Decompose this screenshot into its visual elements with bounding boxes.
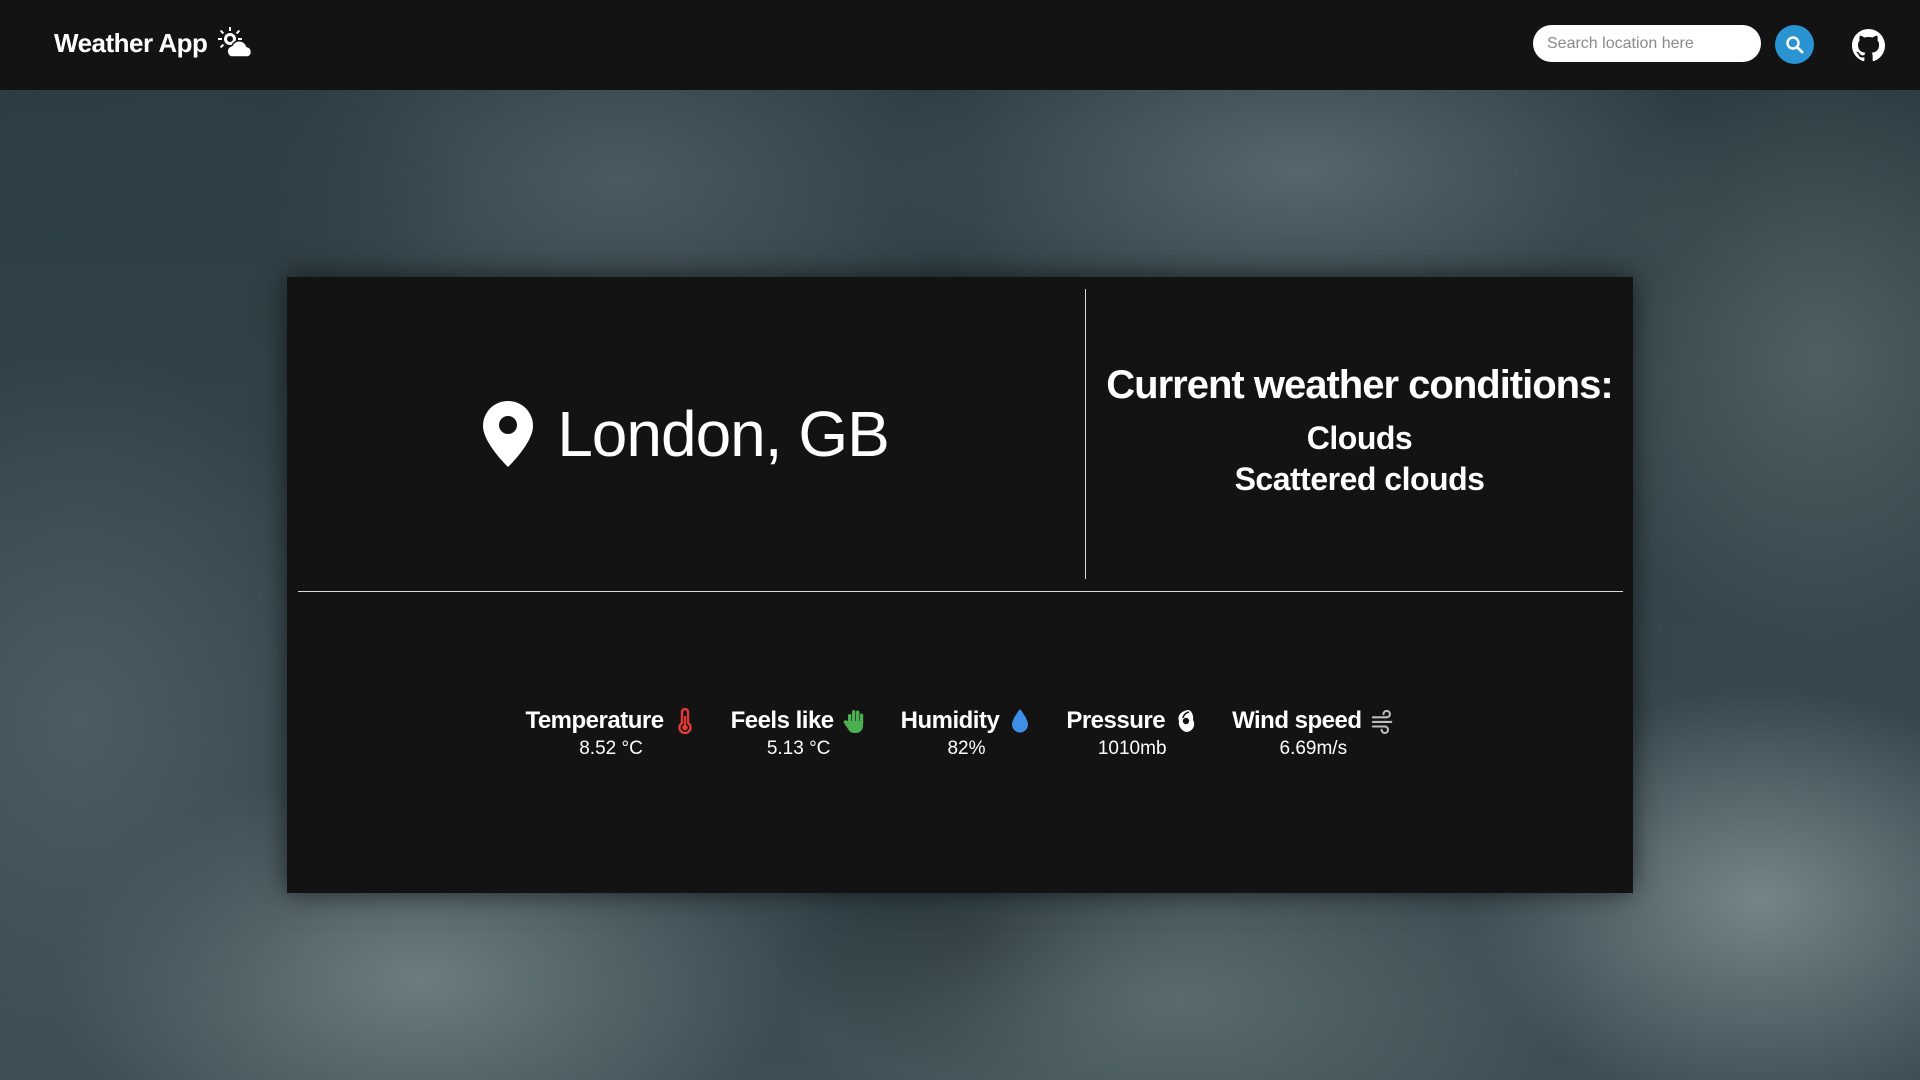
github-link[interactable] xyxy=(1852,29,1885,62)
stat-value: 8.52 °C xyxy=(579,738,643,759)
conditions-main: Clouds xyxy=(1306,420,1413,456)
thermometer-icon xyxy=(677,708,692,734)
stat-wind-speed: Wind speed 6.69m/s xyxy=(1232,707,1394,760)
hand-icon xyxy=(843,710,863,733)
current-conditions: Current weather conditions: Clouds Scatt… xyxy=(1086,363,1633,500)
github-icon xyxy=(1852,29,1885,62)
stat-label: Wind speed xyxy=(1232,707,1362,734)
horizontal-divider xyxy=(298,591,1623,592)
cyclone-icon xyxy=(1178,710,1195,732)
location-name: London, GB xyxy=(557,398,890,470)
brand[interactable]: Weather App xyxy=(54,27,255,59)
weather-stats: Temperature 8.52 °C Feels like 5.13 °C H… xyxy=(287,707,1633,760)
sun-behind-cloud-icon xyxy=(218,27,253,58)
conditions-description: Scattered clouds xyxy=(1234,461,1485,497)
stat-humidity: Humidity 82% xyxy=(901,707,1033,760)
search-input[interactable] xyxy=(1533,25,1761,62)
stat-value: 1010mb xyxy=(1097,738,1167,759)
stat-value: 6.69m/s xyxy=(1279,738,1348,759)
stat-value: 5.13 °C xyxy=(766,738,831,759)
app-title: Weather App xyxy=(54,27,208,58)
weather-card: London, GB Current weather conditions: C… xyxy=(287,277,1633,893)
wind-icon xyxy=(1371,709,1392,734)
location: London, GB xyxy=(287,397,1085,471)
conditions-heading: Current weather conditions: xyxy=(1106,363,1613,407)
top-bar: Weather App xyxy=(0,0,1920,90)
stat-label: Temperature xyxy=(525,707,664,734)
stat-temperature: Temperature 8.52 °C xyxy=(525,707,696,760)
stat-feels-like: Feels like 5.13 °C xyxy=(731,707,867,760)
stat-label: Humidity xyxy=(900,707,1000,734)
map-pin-icon xyxy=(483,401,534,467)
search-icon xyxy=(1785,35,1803,53)
stat-value: 82% xyxy=(947,738,986,759)
search-button[interactable] xyxy=(1775,25,1814,64)
stat-label: Feels like xyxy=(730,707,835,734)
stat-label: Pressure xyxy=(1066,707,1166,734)
water-drop-icon xyxy=(1012,709,1029,733)
stat-pressure: Pressure 1010mb xyxy=(1066,707,1198,760)
